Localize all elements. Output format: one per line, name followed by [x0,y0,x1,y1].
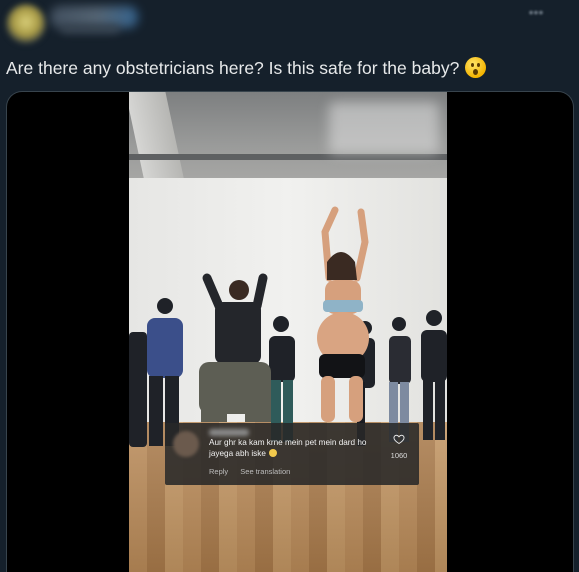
tweet-text: Are there any obstetricians here? Is thi… [6,56,566,80]
astonished-face-icon [465,57,487,78]
avatar[interactable] [6,4,46,44]
comment-overlay: Aur ghr ka kam krne mein pet mein dard h… [165,423,419,485]
tweet-header: ••• [0,0,579,48]
dancers-illustration [129,206,447,447]
tweet-text-content: Are there any obstetricians here? Is thi… [6,58,460,78]
comment-actions: Reply See translation [209,467,300,476]
video-player[interactable]: Aur ghr ka kam krne mein pet mein dard h… [129,92,447,572]
more-options-icon[interactable]: ••• [524,2,548,22]
comment-text-content: Aur ghr ka kam krne mein pet mein dard h… [209,438,367,458]
commenter-avatar [173,431,199,457]
see-translation-label: See translation [240,467,291,476]
media-card[interactable]: Aur ghr ka kam krne mein pet mein dard h… [6,91,574,572]
heart-icon [393,434,405,445]
comment-text: Aur ghr ka kam krne mein pet mein dard h… [209,437,379,459]
reply-label: Reply [209,467,229,476]
comment-like-count: 1060 [390,451,408,460]
commenter-name-redacted [209,429,249,436]
laughing-face-icon [269,449,278,457]
author-handle-redacted [60,24,120,34]
